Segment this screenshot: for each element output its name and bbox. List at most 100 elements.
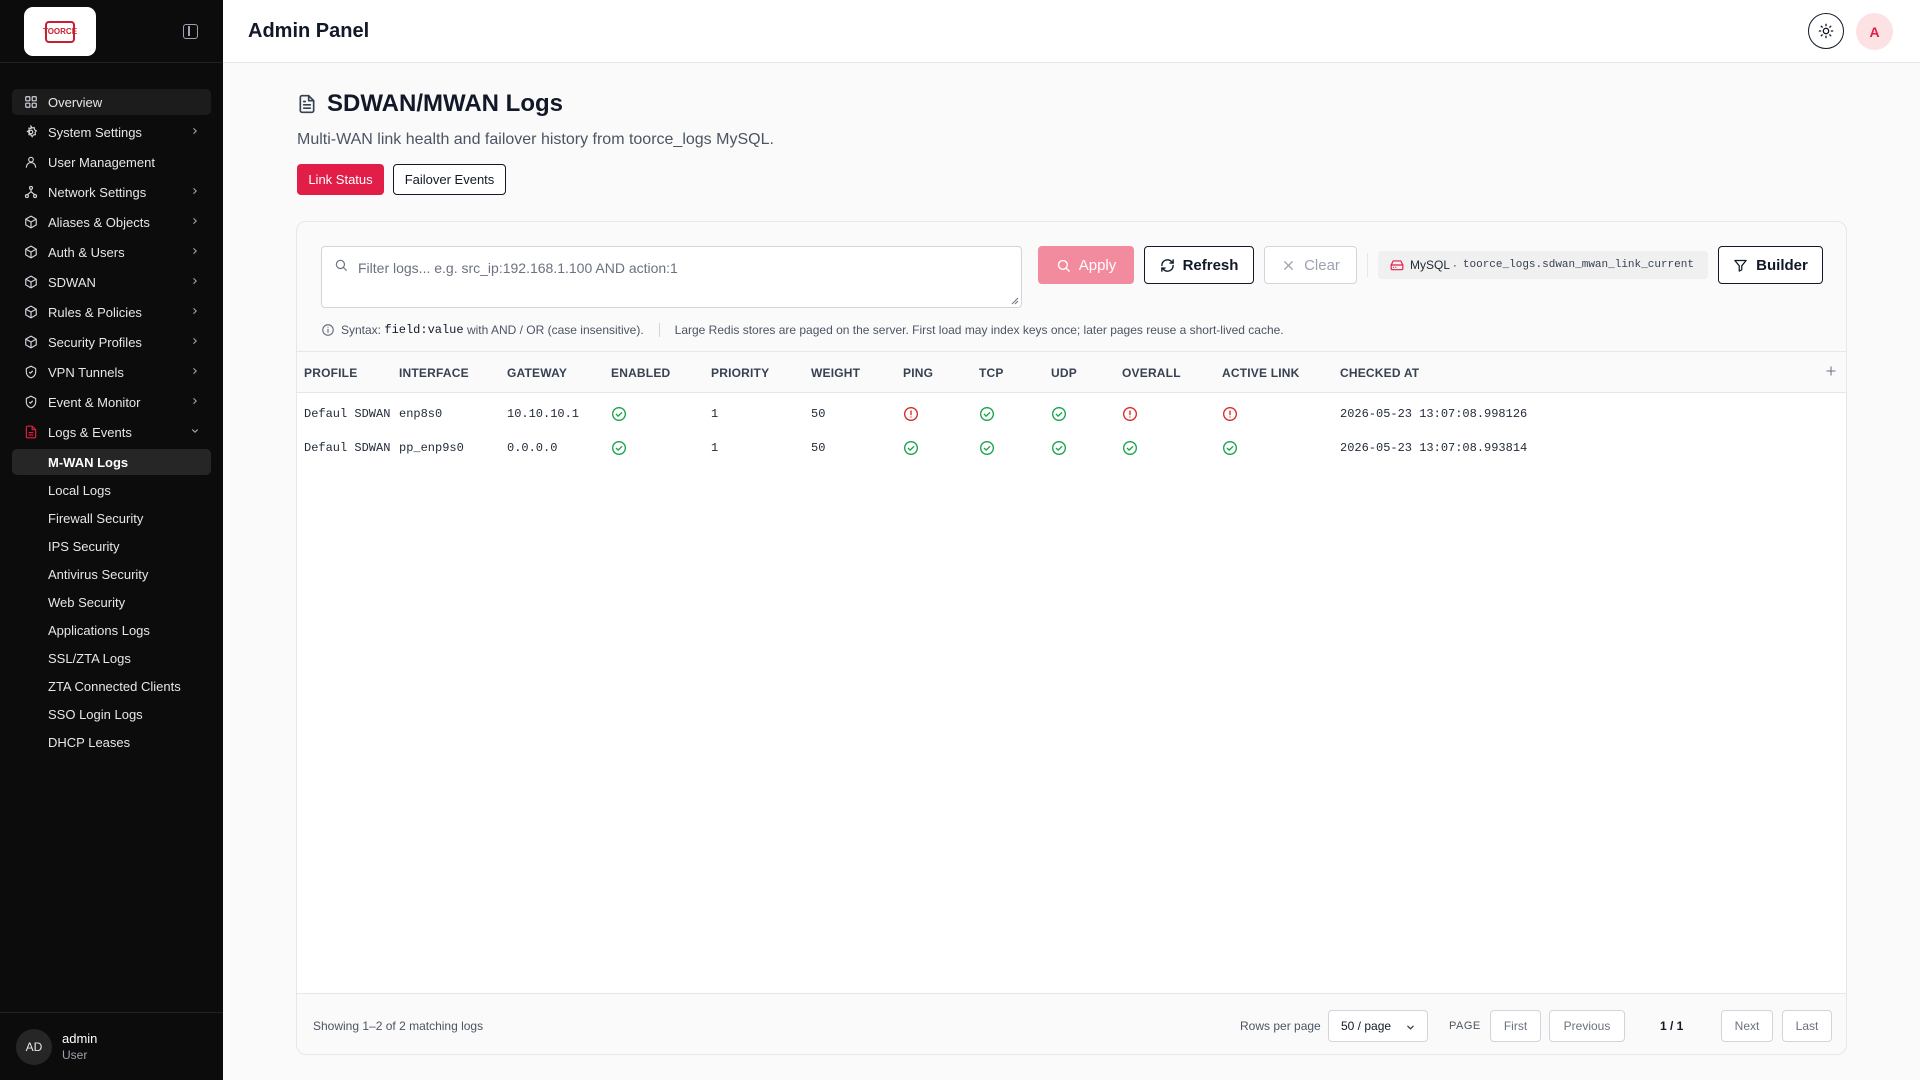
sidebar-item-label: Overview <box>48 94 103 110</box>
sidebar-item-system-settings[interactable]: System Settings <box>12 119 211 145</box>
sidebar-item-label: User Management <box>48 154 155 170</box>
sidebar-item-user-management[interactable]: User Management <box>12 149 211 175</box>
sidebar-item-label: Logs & Events <box>48 424 132 440</box>
filter-input[interactable] <box>358 257 998 279</box>
page-label: PAGE <box>1449 1020 1481 1032</box>
last-page-button[interactable]: Last <box>1782 1010 1832 1042</box>
sidebar-item-label: Aliases & Objects <box>48 214 150 230</box>
sidebar-subitem-local-logs[interactable]: Local Logs <box>12 477 211 503</box>
check-circle-icon <box>979 440 995 456</box>
cell-interface: pp_enp9s0 <box>399 441 464 455</box>
chevron-down-icon <box>1407 1025 1414 1030</box>
chevron-right-icon <box>191 217 199 225</box>
refresh-icon <box>1160 258 1174 272</box>
sidebar-user[interactable]: AD admin User <box>0 1012 223 1080</box>
resize-handle-icon[interactable] <box>1011 297 1019 305</box>
builder-button[interactable]: Builder <box>1718 246 1823 284</box>
sidebar-item-label: System Settings <box>48 124 142 140</box>
column-header-interface[interactable]: INTERFACE <box>399 366 469 380</box>
tab-failover-events[interactable]: Failover Events <box>393 164 506 195</box>
sidebar-item-event-monitor[interactable]: Event & Monitor <box>12 389 211 415</box>
column-header-enabled[interactable]: ENABLED <box>611 366 670 380</box>
sidebar-subitem-zta-connected-clients[interactable]: ZTA Connected Clients <box>12 673 211 699</box>
sidebar-subitem-antivirus-security[interactable]: Antivirus Security <box>12 561 211 587</box>
sidebar-collapse-icon[interactable] <box>183 24 198 39</box>
next-page-button[interactable]: Next <box>1721 1010 1773 1042</box>
main-content: SDWAN/MWAN Logs Multi-WAN link health an… <box>223 63 1920 1080</box>
column-header-priority[interactable]: PRIORITY <box>711 366 769 380</box>
sidebar-subitem-dhcp-leases[interactable]: DHCP Leases <box>12 729 211 755</box>
sidebar-item-aliases-objects[interactable]: Aliases & Objects <box>12 209 211 235</box>
alert-circle-icon <box>903 406 919 422</box>
sidebar-subitem-web-security[interactable]: Web Security <box>12 589 211 615</box>
check-circle-icon <box>1051 440 1067 456</box>
check-circle-icon <box>1051 406 1067 422</box>
sidebar-subitem-applications-logs[interactable]: Applications Logs <box>12 617 211 643</box>
column-header-weight[interactable]: WEIGHT <box>811 366 860 380</box>
check-circle-icon <box>611 440 627 456</box>
sidebar-subitem-ips-security[interactable]: IPS Security <box>12 533 211 559</box>
chevron-right-icon <box>191 337 199 345</box>
filter-icon <box>1734 259 1747 272</box>
sidebar-item-vpn-tunnels[interactable]: VPN Tunnels <box>12 359 211 385</box>
results-summary: Showing 1–2 of 2 matching logs <box>313 1019 484 1033</box>
logs-card: Apply Refresh Clear MySQL · toorce_logs.… <box>296 221 1847 1055</box>
sidebar-subitem-ssl-zta-logs[interactable]: SSL/ZTA Logs <box>12 645 211 671</box>
sidebar-item-sdwan[interactable]: SDWAN <box>12 269 211 295</box>
column-header-gateway[interactable]: GATEWAY <box>507 366 567 380</box>
sidebar-subitem-firewall-security[interactable]: Firewall Security <box>12 505 211 531</box>
sidebar-item-overview[interactable]: Overview <box>12 89 211 115</box>
sidebar-item-rules-policies[interactable]: Rules & Policies <box>12 299 211 325</box>
sidebar-item-label: Auth & Users <box>48 244 125 260</box>
syntax-code: field:value <box>384 323 464 337</box>
filter-box[interactable] <box>321 246 1022 308</box>
database-icon <box>1390 260 1404 271</box>
cell-priority: 1 <box>711 407 719 421</box>
source-table: toorce_logs.sdwan_mwan_link_current <box>1462 259 1694 271</box>
column-header-overall[interactable]: OVERALL <box>1122 366 1181 380</box>
column-header-active-link[interactable]: ACTIVE LINK <box>1222 366 1300 380</box>
chevron-right-icon <box>191 187 199 195</box>
previous-page-button[interactable]: Previous <box>1549 1010 1625 1042</box>
builder-label: Builder <box>1756 256 1808 274</box>
sidebar-subitem-sso-login-logs[interactable]: SSO Login Logs <box>12 701 211 727</box>
table-row[interactable]: Defaul SDWAN pp_enp9s0 0.0.0.0 1 50 2026-05-2… <box>297 427 1846 468</box>
add-column-icon[interactable] <box>1824 364 1838 378</box>
sidebar-subitem-m-wan-logs[interactable]: M-WAN Logs <box>12 449 211 475</box>
clear-button[interactable]: Clear <box>1264 246 1357 284</box>
theme-toggle-button[interactable] <box>1808 13 1844 49</box>
sidebar-item-logs-events[interactable]: Logs & Events <box>12 419 211 445</box>
search-icon <box>335 259 347 271</box>
page-indicator: 1 / 1 <box>1660 1019 1684 1033</box>
info-icon <box>322 324 334 336</box>
chevron-right-icon <box>191 367 199 375</box>
apply-label: Apply <box>1078 256 1117 274</box>
column-header-tcp[interactable]: TCP <box>979 366 1004 380</box>
chevron-right-icon <box>191 127 199 135</box>
top-header: Admin Panel A <box>223 0 1920 63</box>
column-header-checked-at[interactable]: CHECKED AT <box>1340 366 1419 380</box>
rows-per-page-select[interactable]: 50 / page <box>1328 1010 1428 1042</box>
refresh-button[interactable]: Refresh <box>1144 246 1254 284</box>
sidebar-item-network-settings[interactable]: Network Settings <box>12 179 211 205</box>
cell-gateway: 10.10.10.1 <box>507 407 580 421</box>
first-page-button[interactable]: First <box>1490 1010 1541 1042</box>
close-icon <box>1284 260 1293 270</box>
tab-link-status[interactable]: Link Status <box>297 164 384 195</box>
syntax-help: Syntax: field:value with AND / OR (case … <box>321 322 1821 338</box>
column-header-udp[interactable]: UDP <box>1051 366 1077 380</box>
column-header-profile[interactable]: PROFILE <box>304 366 357 380</box>
apply-button[interactable]: Apply <box>1038 246 1134 284</box>
syntax-prefix: Syntax: <box>341 323 382 337</box>
sidebar-item-security-profiles[interactable]: Security Profiles <box>12 329 211 355</box>
column-header-ping[interactable]: PING <box>903 366 933 380</box>
page-title: SDWAN/MWAN Logs <box>327 90 563 117</box>
rows-per-page-label: Rows per page <box>1240 1019 1321 1033</box>
cell-checked-at: 2026-05-23 13:07:08.998126 <box>1340 407 1528 421</box>
avatar[interactable]: A <box>1856 13 1893 50</box>
cube-icon <box>24 275 38 289</box>
brand-logo[interactable]: TOORCE <box>24 7 96 56</box>
sidebar-item-auth-users[interactable]: Auth & Users <box>12 239 211 265</box>
data-source-badge: MySQL · toorce_logs.sdwan_mwan_link_curr… <box>1378 251 1708 279</box>
cube-icon <box>24 335 38 349</box>
